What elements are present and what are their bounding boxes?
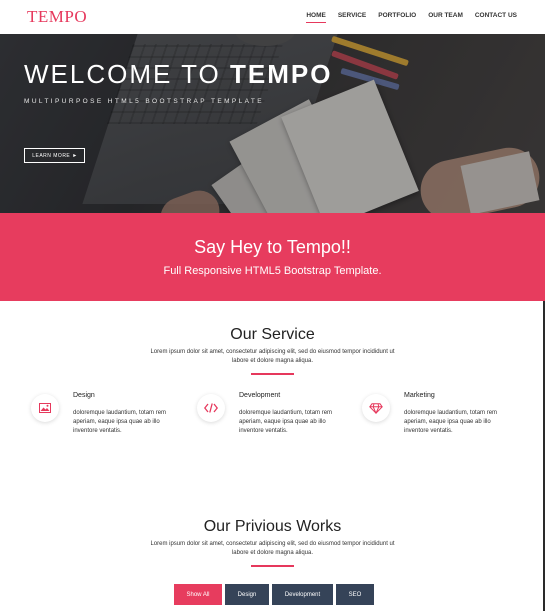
callout-subtitle: Full Responsive HTML5 Bootstrap Template…	[163, 265, 382, 277]
works-title: Our Privious Works	[203, 518, 342, 535]
services-description: Lorem ipsum dolor sit amet, consectetur …	[150, 349, 395, 364]
nav-item-contact-us[interactable]: CONTACT US	[475, 12, 517, 19]
service-text: doloremque laudantium, totam rem aperiam…	[239, 410, 333, 434]
nav-item-home[interactable]: HOME	[306, 12, 326, 23]
portfolio-filter-bar: Show All Design Development SEO	[174, 584, 374, 605]
nav-item-service[interactable]: SERVICE	[338, 12, 366, 19]
services-divider	[251, 373, 294, 375]
filter-show-all[interactable]: Show All	[174, 584, 222, 605]
service-name: Marketing	[404, 392, 435, 399]
main-nav: HOME SERVICE PORTFOLIO OUR TEAM CONTACT …	[294, 12, 517, 23]
code-icon	[197, 394, 225, 422]
works-description: Lorem ipsum dolor sit amet, consectetur …	[150, 541, 395, 556]
callout-banner: Say Hey to Tempo!! Full Responsive HTML5…	[0, 213, 545, 301]
learn-more-button[interactable]: LEARN MORE ▸	[24, 148, 85, 163]
service-card-design: Design doloremque laudantium, totam rem …	[31, 392, 191, 452]
hero-title: WELCOME TO TEMPO	[24, 59, 333, 89]
diamond-icon	[362, 394, 390, 422]
service-text: doloremque laudantium, totam rem aperiam…	[73, 410, 167, 434]
works-divider	[251, 565, 294, 567]
filter-seo[interactable]: SEO	[336, 584, 374, 605]
service-text: doloremque laudantium, totam rem aperiam…	[404, 410, 498, 434]
service-card-development: Development doloremque laudantium, totam…	[197, 392, 357, 452]
nav-item-portfolio[interactable]: PORTFOLIO	[378, 12, 416, 19]
hero-subtitle: MULTIPURPOSE HTML5 BOOTSTRAP TEMPLATE	[24, 98, 265, 105]
callout-title: Say Hey to Tempo!!	[194, 237, 351, 257]
filter-development[interactable]: Development	[272, 584, 333, 605]
nav-item-our-team[interactable]: OUR TEAM	[428, 12, 463, 19]
service-card-marketing: Marketing doloremque laudantium, totam r…	[362, 392, 522, 452]
service-name: Development	[239, 392, 281, 399]
logo[interactable]: TEMPO	[27, 7, 87, 27]
arrow-right-icon: ▸	[73, 153, 77, 159]
services-title: Our Service	[230, 326, 315, 343]
hero-banner: WELCOME TO TEMPO MULTIPURPOSE HTML5 BOOT…	[0, 34, 545, 213]
learn-more-label: LEARN MORE	[32, 152, 71, 159]
image-icon	[31, 394, 59, 422]
navbar: TEMPO HOME SERVICE PORTFOLIO OUR TEAM CO…	[0, 0, 545, 35]
filter-design[interactable]: Design	[225, 584, 269, 605]
service-name: Design	[73, 392, 95, 399]
